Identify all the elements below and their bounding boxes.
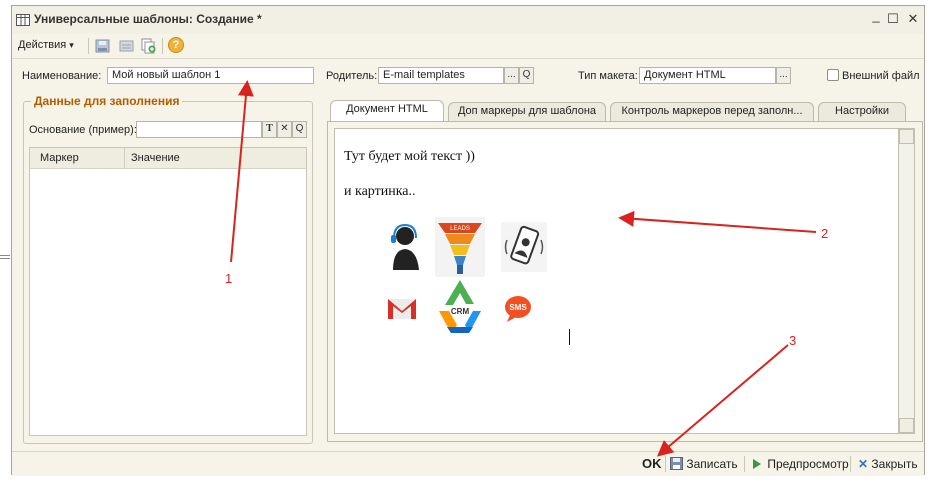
annotation-number-1: 1 [225, 271, 233, 286]
annotation-arrow-2 [618, 210, 817, 233]
annotation-number-3: 3 [789, 333, 797, 348]
annotation-arrow-1 [230, 80, 254, 263]
annotation-arrow-3 [656, 344, 789, 457]
annotation-arrows [230, 80, 817, 457]
annotation-number-2: 2 [821, 226, 829, 241]
